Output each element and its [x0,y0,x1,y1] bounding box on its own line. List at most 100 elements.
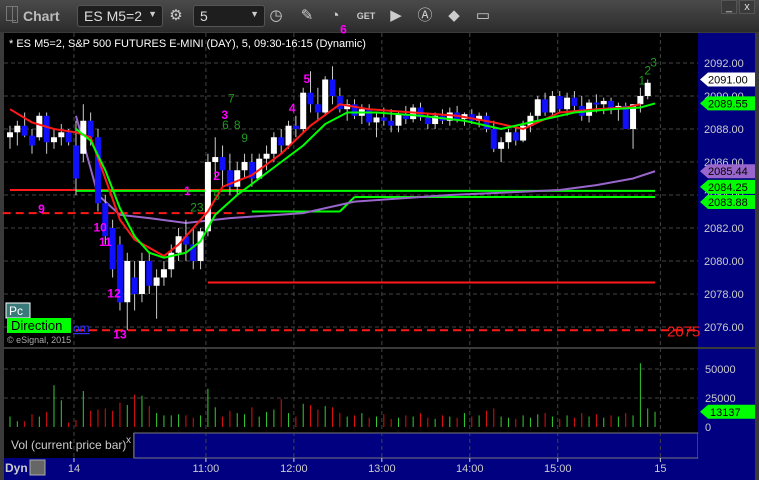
candle-body [322,79,329,113]
candle-body [72,145,79,179]
candle-body [490,129,497,149]
candle-body [14,125,21,133]
axis-corner [698,433,755,458]
candle-body [285,125,292,146]
candle-body [270,137,277,154]
count-label: 5 [213,189,220,203]
level-label: 2075 [667,323,700,340]
candle-body [388,120,395,126]
candle-body [534,99,541,116]
candle-body [212,157,219,162]
candle-body [43,115,50,143]
count-label: 9 [241,131,248,145]
candle-body [292,125,299,129]
candle-body [153,277,160,286]
candle-body [65,132,72,143]
candle-body [146,261,153,286]
candle-body [131,277,138,294]
candle-body [498,142,505,149]
candle-body [366,109,373,123]
candle-body [512,132,519,141]
candle-body [263,153,270,159]
volume-pane [4,349,698,433]
wave-label: 11 [99,235,112,249]
chart-title: * ES M5=2, S&P 500 FUTURES E-MINI (DAY),… [9,38,366,50]
candle-body [380,117,387,121]
time-tick-label: 15 [654,463,666,475]
copyright: © eSignal, 2015 [7,335,71,345]
candle-body [373,117,380,123]
volume-tick-label: 50000 [705,364,736,376]
wave-label: 13 [113,328,127,342]
candle-body [329,79,336,96]
direction-label: Direction [11,318,62,333]
candle-body [278,137,285,146]
candle-body [336,96,343,110]
candle-body [94,137,101,204]
count-label: 6 [222,118,229,132]
candle-body [644,82,651,96]
pc-label: Pc [9,304,23,318]
chart-canvas[interactable]: 2092.002090.002088.002086.002084.002082.… [0,0,759,480]
price-tick-label: 2092.00 [704,58,744,70]
time-tick-label: 14:00 [456,463,484,475]
candle-body [50,137,57,143]
candle-body [542,99,549,113]
candle-body [28,135,35,146]
candle-body [300,92,307,129]
lock-icon[interactable] [29,459,46,476]
candle-body [564,97,571,110]
price-badge-text: 2083.88 [708,197,748,209]
candle-body [36,115,43,138]
price-tick-label: 2078.00 [704,289,744,301]
close-volume-button[interactable]: x [126,435,131,446]
candle-body [395,114,402,126]
price-badge-text: 2089.55 [708,98,748,110]
wave-label: 4 [289,102,296,116]
wave-label: 1 [184,184,191,198]
count-label: 3 [650,55,657,69]
candle-body [314,104,321,113]
price-tick-label: 2080.00 [704,256,744,268]
candle-body [600,100,607,105]
volume-label: Vol (current price bar) [11,438,126,452]
count-label: 7 [228,92,235,106]
candle-body [424,117,431,125]
price-tick-label: 2088.00 [704,124,744,136]
wave-label: 12 [107,286,121,300]
candle-body [204,162,211,232]
volume-legend-area [133,432,699,459]
volume-tick-label: 0 [705,422,711,434]
wave-label: 6 [340,22,347,36]
candle-body [21,125,28,136]
dyn-label: Dyn [5,461,28,475]
volume-badge-text: 13137 [710,407,741,419]
price-badge-text: 2085.44 [708,166,748,178]
volume-tick-label: 25000 [705,393,736,405]
time-tick-label: 14 [68,463,80,475]
candle-body [549,96,556,113]
candle-body [556,96,563,110]
wave-label: 10 [93,220,107,234]
candle-body [571,97,578,106]
time-tick-label: 15:00 [544,463,572,475]
candle-body [219,157,226,171]
candle-body [505,132,512,143]
time-tick-label: 13:00 [368,463,396,475]
count-label: 8 [234,118,241,132]
count-label: 23 [190,201,204,215]
candle-body [637,96,644,105]
wave-label: 2 [213,169,220,183]
candle-body [58,132,65,138]
candle-body [87,120,94,138]
time-tick-label: 12:00 [280,463,308,475]
candle-body [160,269,167,278]
candle-body [234,170,241,187]
time-tick-label: 11:00 [193,463,220,475]
price-tick-label: 2082.00 [704,223,744,235]
candle-body [241,162,248,171]
price-badge-text: 2091.00 [708,75,748,87]
om-link: om [73,321,90,335]
price-tick-label: 2076.00 [704,322,744,334]
candle-body [593,102,600,105]
